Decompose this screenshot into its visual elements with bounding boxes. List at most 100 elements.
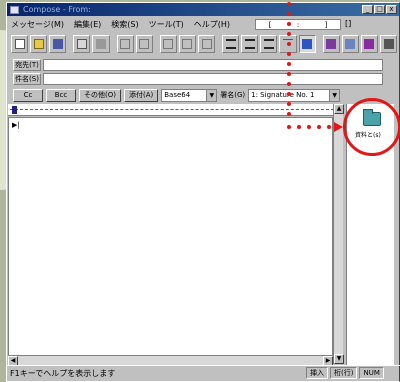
save-icon (52, 39, 63, 49)
signature-select[interactable]: 1: Signature No. 1 ▼ (248, 88, 341, 102)
save-button[interactable] (49, 35, 67, 53)
callout-dot (287, 112, 291, 116)
pen-button[interactable] (322, 35, 340, 53)
callout-dot (307, 125, 311, 129)
callout-dot (287, 42, 291, 46)
highlight-circle (343, 98, 400, 156)
scroll-down-button[interactable]: ▼ (334, 354, 344, 364)
undo-icon (182, 39, 193, 49)
color-button[interactable] (341, 35, 359, 53)
menu-help[interactable]: ヘルプ(H) (194, 19, 230, 30)
horizontal-scrollbar[interactable]: ◀ ▶ (8, 355, 333, 366)
encoding-value: Base64 (164, 91, 191, 99)
vertical-scrollbar[interactable]: ▲ ▼ (333, 104, 344, 364)
callout-dot (287, 82, 291, 86)
status-help-text: F1キーでヘルプを表示します (10, 368, 116, 378)
menu-tools[interactable]: ツール(T) (149, 19, 184, 30)
other-button[interactable]: その他(O) (79, 88, 121, 102)
status-num: NUM (359, 367, 384, 379)
copy-icon (139, 39, 150, 49)
pen-icon (326, 39, 337, 49)
callout-dot (287, 125, 291, 129)
close-button[interactable]: x (386, 5, 397, 14)
subject-field[interactable] (43, 73, 383, 85)
status-box-open: [ (268, 20, 272, 29)
new-icon (14, 39, 25, 49)
cut-button[interactable] (116, 35, 134, 53)
attach-button[interactable]: 添付(A) (123, 88, 159, 102)
align-center-icon (244, 39, 255, 49)
indent-marker[interactable] (12, 106, 17, 114)
print-icon (95, 39, 106, 49)
undo-button[interactable] (178, 35, 196, 53)
arrow-right-icon (334, 122, 343, 132)
menu-edit[interactable]: 編集(E) (74, 19, 101, 30)
status-bar: F1キーでヘルプを表示します 挿入 桁(行) NUM (6, 365, 400, 380)
callout-dot (287, 72, 291, 76)
address-book-icon (76, 39, 87, 49)
window-title: Compose - From: (23, 5, 91, 14)
app-icon (10, 5, 19, 14)
cc-button[interactable]: Cc (13, 88, 43, 102)
scroll-up-button[interactable]: ▲ (334, 104, 344, 114)
encoding-select[interactable]: Base64 ▼ (161, 88, 218, 102)
subject-row: 件名(S) (13, 73, 383, 85)
align-center-button[interactable] (241, 35, 259, 53)
status-column: 桁(行) (330, 367, 358, 379)
menu-search[interactable]: 検索(S) (111, 19, 138, 30)
to-label[interactable]: 宛先(T) (13, 59, 41, 71)
subject-label[interactable]: 件名(S) (13, 73, 41, 85)
menu-status-box: [ : ] (255, 19, 341, 30)
send-button[interactable] (379, 35, 398, 53)
callout-dot (327, 125, 331, 129)
maximize-button[interactable]: □ (374, 5, 385, 14)
new-button[interactable] (11, 35, 29, 53)
callout-dot (287, 22, 291, 26)
align-right-icon (263, 39, 274, 49)
paste-icon (163, 39, 174, 49)
spell-icon (364, 39, 375, 49)
window-controls: _ □ x (362, 5, 397, 14)
message-body[interactable]: ▶| (8, 117, 333, 363)
open-button[interactable] (30, 35, 48, 53)
minimize-button[interactable]: _ (362, 5, 373, 14)
to-field[interactable] (43, 59, 383, 71)
copy-button[interactable] (135, 35, 153, 53)
callout-dot (287, 32, 291, 36)
callout-dot (287, 52, 291, 56)
callout-dot (287, 92, 291, 96)
open-icon (33, 39, 44, 49)
align-left-button[interactable] (222, 35, 240, 53)
chevron-down-icon: ▼ (329, 89, 340, 101)
format-bar: Cc Bcc その他(O) 添付(A) Base64 ▼ 署名(G) 1: Si… (9, 87, 397, 103)
status-box-sep: : (296, 20, 300, 29)
word-wrap-button[interactable] (298, 35, 316, 53)
send-icon (383, 39, 394, 49)
menu-message[interactable]: メッセージ(M) (11, 19, 64, 30)
signature-value: 1: Signature No. 1 (251, 91, 315, 99)
title-bar: Compose - From: _ □ x (7, 3, 399, 16)
signature-label: 署名(G) (220, 91, 246, 99)
callout-dot (317, 125, 321, 129)
callout-dot (287, 62, 291, 66)
to-row: 宛先(T) (13, 59, 383, 71)
print-button[interactable] (92, 35, 110, 53)
chevron-down-icon: ▼ (206, 89, 217, 101)
callout-dot (287, 2, 291, 6)
paste-button[interactable] (159, 35, 177, 53)
callout-dot (287, 12, 291, 16)
callout-dot (287, 102, 291, 106)
bcc-button[interactable]: Bcc (46, 88, 76, 102)
cut-icon (120, 39, 131, 49)
redo-icon (201, 39, 212, 49)
ruler (8, 104, 341, 116)
text-cursor: ▶| (12, 121, 20, 129)
ruler-line (10, 109, 339, 110)
spell-button[interactable] (360, 35, 378, 53)
toolbar (9, 33, 398, 55)
menu-status-extra: [] (345, 19, 352, 28)
color-icon (345, 39, 356, 49)
redo-button[interactable] (197, 35, 216, 53)
align-right-button[interactable] (260, 35, 278, 53)
address-book-button[interactable] (73, 35, 91, 53)
